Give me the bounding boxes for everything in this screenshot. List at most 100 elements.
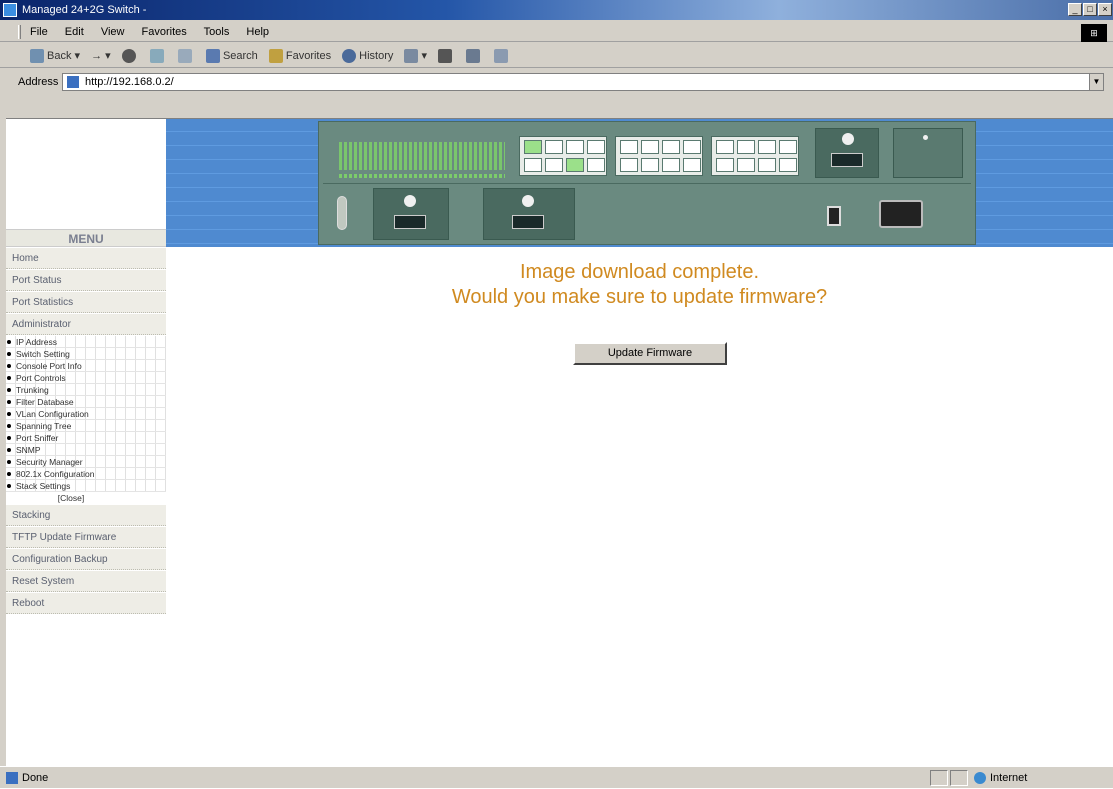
nav-stacking[interactable]: Stacking <box>6 505 166 526</box>
subitem-label: SNMP <box>16 445 41 455</box>
nav-spanning-tree[interactable]: Spanning Tree <box>6 420 166 432</box>
menu-tools[interactable]: Tools <box>204 26 230 38</box>
subitem-label: Switch Setting <box>16 349 70 359</box>
bullet-icon <box>7 424 11 428</box>
nav-stack-settings[interactable]: Stack Settings <box>6 480 166 492</box>
rj45-port-icon <box>683 158 701 172</box>
nav-security-manager[interactable]: Security Manager <box>6 456 166 468</box>
nav-filter-database[interactable]: Filter Database <box>6 396 166 408</box>
nav-switch-setting[interactable]: Switch Setting <box>6 348 166 360</box>
nav-trunking[interactable]: Trunking <box>6 384 166 396</box>
subitem-label: VLan Configuration <box>16 409 89 419</box>
mail-icon <box>404 49 419 64</box>
nav-configuration-backup[interactable]: Configuration Backup <box>6 549 166 570</box>
console-port-icon <box>337 196 347 230</box>
menubar-grip <box>18 25 21 39</box>
nav-snmp[interactable]: SNMP <box>6 444 166 456</box>
history-button[interactable]: History <box>342 44 393 68</box>
nav-port-status[interactable]: Port Status <box>6 270 166 291</box>
edit-icon <box>466 49 481 64</box>
print-button[interactable] <box>438 44 455 68</box>
status-cell <box>930 770 948 786</box>
rj45-port-icon <box>683 140 701 154</box>
led-array <box>339 142 505 170</box>
internet-zone-icon <box>974 772 986 784</box>
rj45-port-icon <box>641 158 659 172</box>
rj45-port-icon <box>620 140 638 154</box>
rj45-port-icon <box>641 140 659 154</box>
status-bar: Done Internet <box>0 766 1113 788</box>
title-bar: Managed 24+2G Switch - _ □ × <box>0 0 1113 20</box>
fiber-led-icon <box>404 195 416 207</box>
nav-ip-address[interactable]: IP Address <box>6 336 166 348</box>
history-label: History <box>359 50 394 62</box>
refresh-button[interactable] <box>149 44 167 68</box>
menu-help[interactable]: Help <box>246 26 269 38</box>
bullet-icon <box>7 364 11 368</box>
fiber-connector-icon <box>831 153 863 167</box>
nav-port-controls[interactable]: Port Controls <box>6 372 166 384</box>
rj45-port-icon <box>779 158 797 172</box>
rj45-port-icon <box>737 158 755 172</box>
mail-button[interactable]: ▾ <box>404 44 427 68</box>
nav-console-port-info[interactable]: Console Port Info <box>6 360 166 372</box>
port-block-1 <box>519 136 607 176</box>
switch-front-panel-image <box>318 121 976 245</box>
nav-close-submenu[interactable]: [Close] <box>6 492 166 504</box>
nav-administrator[interactable]: Administrator <box>6 314 166 335</box>
update-firmware-button[interactable]: Update Firmware <box>573 342 727 365</box>
home-button[interactable] <box>177 44 195 68</box>
favorites-label: Favorites <box>285 50 332 62</box>
port-block-3 <box>711 136 799 176</box>
forward-button[interactable]: → ▾ <box>91 44 111 68</box>
port-block-2 <box>615 136 703 176</box>
rj45-port-icon <box>620 158 638 172</box>
nav-reboot[interactable]: Reboot <box>6 593 166 614</box>
led-row <box>339 174 505 178</box>
address-input[interactable]: http://192.168.0.2/ ▼ <box>62 73 1104 91</box>
rj45-port-icon <box>758 158 776 172</box>
back-button[interactable]: Back ▾ <box>30 44 80 68</box>
minimize-button[interactable]: _ <box>1068 3 1082 16</box>
power-switch-icon <box>827 206 841 226</box>
fiber-module-2 <box>483 188 575 240</box>
menu-favorites[interactable]: Favorites <box>142 26 187 38</box>
message-line-2: Would you make sure to update firmware? <box>451 286 828 308</box>
favorites-button[interactable]: Favorites <box>268 44 332 68</box>
nav-home[interactable]: Home <box>6 248 166 269</box>
subitem-label: Port Controls <box>16 373 66 383</box>
fiber-connector-icon <box>394 215 426 229</box>
subitem-label: Security Manager <box>16 457 83 467</box>
windows-logo-icon: ⊞ <box>1081 24 1107 42</box>
menu-edit[interactable]: Edit <box>65 26 84 38</box>
stop-button[interactable] <box>121 44 139 68</box>
fiber-slot-top <box>815 128 879 178</box>
bullet-icon <box>7 472 11 476</box>
subitem-label: Console Port Info <box>16 361 82 371</box>
maximize-button[interactable]: □ <box>1083 3 1097 16</box>
bullet-icon <box>7 412 11 416</box>
nav-port-sniffer[interactable]: Port Sniffer <box>6 432 166 444</box>
page-viewport: MENU Home Port Status Port Statistics Ad… <box>6 118 1113 767</box>
fiber-module-1 <box>373 188 449 240</box>
status-cell <box>950 770 968 786</box>
stop-icon <box>121 49 136 64</box>
nav-reset-system[interactable]: Reset System <box>6 571 166 592</box>
menu-file[interactable]: File <box>30 26 48 38</box>
menu-view[interactable]: View <box>101 26 125 38</box>
nav-tftp-update-firmware[interactable]: TFTP Update Firmware <box>6 527 166 548</box>
nav-port-statistics[interactable]: Port Statistics <box>6 292 166 313</box>
menu-heading: MENU <box>6 229 166 247</box>
address-dropdown-icon[interactable]: ▼ <box>1089 74 1103 90</box>
rj45-port-icon <box>716 140 734 154</box>
discuss-button[interactable] <box>494 44 511 68</box>
panel-upper-row <box>323 124 971 184</box>
nav-vlan-configuration[interactable]: VLan Configuration <box>6 408 166 420</box>
search-button[interactable]: Search <box>205 44 258 68</box>
edit-button[interactable] <box>466 44 483 68</box>
nav-8021x-configuration[interactable]: 802.1x Configuration <box>6 468 166 480</box>
rj45-port-icon <box>737 140 755 154</box>
close-button[interactable]: × <box>1098 3 1112 16</box>
rj45-port-icon <box>566 140 584 154</box>
history-icon <box>342 49 357 64</box>
